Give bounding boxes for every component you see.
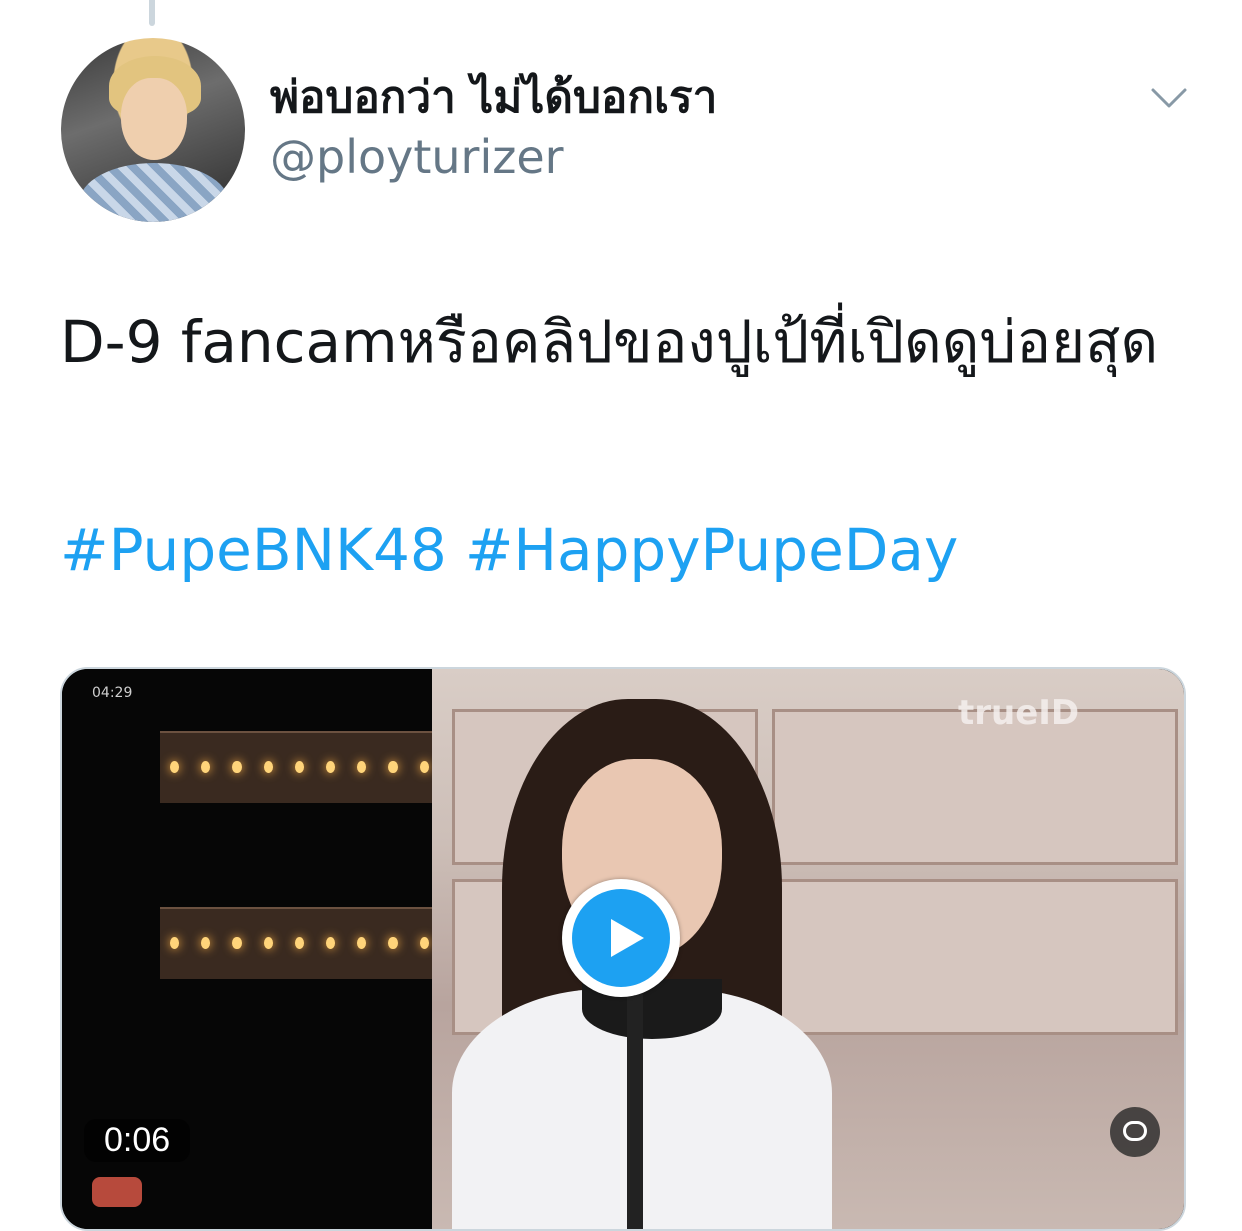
tweet-text: D-9 fancamหรือคลิปของปูเป้ที่เปิดดูบ่อยส…	[60, 308, 1159, 376]
thread-connector-line	[149, 0, 155, 26]
hashtag-list: #PupeBNK48 #HappyPupeDay	[60, 508, 976, 592]
display-name[interactable]: พ่อบอกว่า ไม่ได้บอกเรา	[270, 62, 717, 132]
captions-icon[interactable]	[1110, 1107, 1160, 1157]
avatar[interactable]	[61, 38, 245, 222]
avatar-face	[121, 78, 187, 160]
user-handle[interactable]: @ployturizer	[270, 130, 564, 184]
channel-watermark: trueID	[958, 693, 1080, 733]
stage-lights	[160, 731, 461, 803]
avatar-shirt	[79, 163, 229, 222]
play-icon[interactable]	[562, 879, 680, 997]
stage-lights	[160, 907, 461, 979]
video-player[interactable]: 04:29 trueID 0:06	[60, 667, 1186, 1231]
hashtag-link[interactable]: #PupeBNK48	[60, 516, 447, 584]
hashtag-link[interactable]: #HappyPupeDay	[465, 516, 958, 584]
osd-time: 04:29	[92, 685, 133, 701]
chevron-down-icon[interactable]	[1150, 86, 1188, 110]
video-duration: 0:06	[84, 1119, 191, 1162]
